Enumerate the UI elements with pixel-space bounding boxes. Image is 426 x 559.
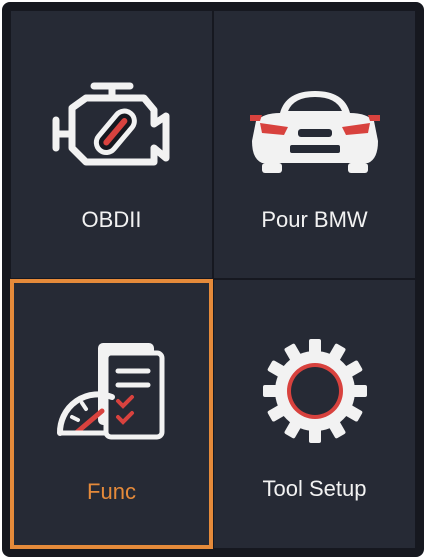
device-screen: OBDII Pour BMW Func Tool Setup [2, 2, 424, 557]
main-menu-grid: OBDII Pour BMW Func Tool Setup [10, 10, 416, 549]
menu-tile-tool-setup[interactable]: Tool Setup [213, 279, 416, 549]
menu-tile-pour-bmw[interactable]: Pour BMW [213, 10, 416, 279]
menu-tile-label: Tool Setup [262, 476, 367, 501]
engine-icon [42, 76, 182, 176]
menu-tile-label: Pour BMW [261, 207, 368, 232]
menu-tile-func[interactable]: Func [10, 279, 213, 549]
function-document-icon [52, 337, 172, 447]
menu-tile-label: Func [87, 479, 136, 504]
menu-tile-label: OBDII [81, 207, 142, 232]
menu-tile-obdii[interactable]: OBDII [10, 10, 213, 279]
gear-icon [260, 336, 370, 446]
car-front-icon [240, 79, 390, 179]
